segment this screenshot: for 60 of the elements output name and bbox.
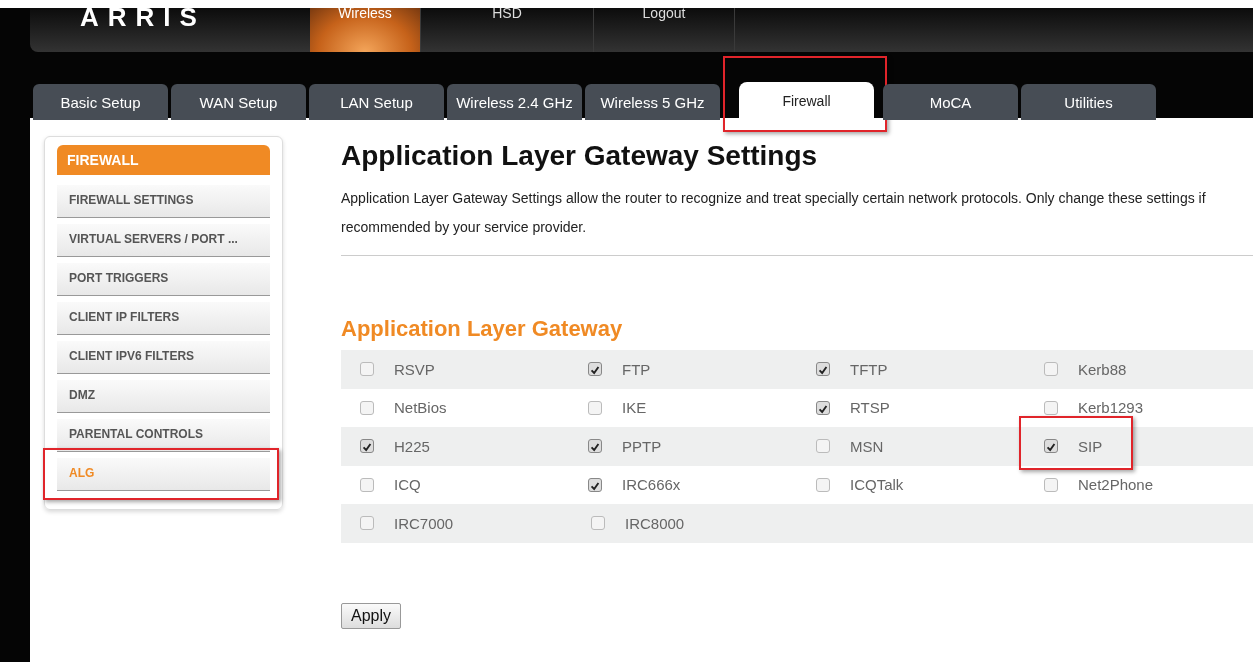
checkbox[interactable]	[1044, 439, 1058, 454]
tab[interactable]: Firewall	[739, 82, 874, 120]
nav-item[interactable]: Wireless	[310, 8, 421, 52]
checkbox-label: Kerb1293	[1078, 399, 1144, 417]
sidebar-item[interactable]: DMZ	[57, 380, 270, 413]
checkbox-label: H225	[394, 437, 430, 455]
page-title: Application Layer Gateway Settings	[341, 140, 819, 172]
checkbox-label: IRC666x	[622, 476, 681, 494]
checkbox[interactable]	[1044, 362, 1058, 377]
checkbox[interactable]	[591, 516, 605, 531]
checkbox-label: ICQ	[394, 476, 421, 494]
checkbox-label: IRC8000	[625, 514, 685, 532]
tab[interactable]: MoCA	[883, 84, 1018, 120]
checkbox[interactable]	[816, 400, 830, 415]
section-title: Application Layer Gateway	[341, 316, 624, 342]
tab[interactable]: Wireless 2.4 GHz	[447, 84, 582, 120]
tab[interactable]: Utilities	[1021, 84, 1156, 120]
checkbox[interactable]	[1044, 477, 1058, 492]
tab[interactable]: Wireless 5 GHz	[585, 84, 720, 120]
sidebar-item[interactable]: VIRTUAL SERVERS / PORT ...	[57, 224, 270, 257]
checkbox-label: RSVP	[394, 360, 435, 378]
checkbox-label: Kerb88	[1078, 360, 1127, 378]
checkbox-label: TFTP	[850, 360, 888, 378]
logo: ARRIS	[80, 4, 207, 30]
checkbox-label: PPTP	[622, 437, 662, 455]
nav-item[interactable]: HSD	[421, 8, 594, 52]
checkbox[interactable]	[816, 439, 830, 454]
checkbox[interactable]	[588, 439, 602, 454]
checkbox[interactable]	[588, 362, 602, 377]
checkbox[interactable]	[360, 439, 374, 454]
tab[interactable]: LAN Setup	[309, 84, 444, 120]
sidebar-item[interactable]: CLIENT IP FILTERS	[57, 302, 270, 335]
checkbox[interactable]	[360, 400, 374, 415]
checkbox[interactable]	[816, 362, 830, 377]
checkbox-label: IKE	[622, 399, 647, 417]
checkbox[interactable]	[360, 516, 374, 531]
checkbox[interactable]	[360, 477, 374, 492]
tab[interactable]: Basic Setup	[33, 84, 168, 120]
checkbox-label: ICQTalk	[850, 476, 904, 494]
checkbox-label: NetBios	[394, 399, 447, 417]
checkbox-label: Net2Phone	[1078, 476, 1154, 494]
sidebar-item[interactable]: PORT TRIGGERS	[57, 263, 270, 296]
nav-item[interactable]: Logout	[594, 8, 735, 52]
checkbox-label: IRC7000	[394, 514, 454, 532]
sidebar-item[interactable]: PARENTAL CONTROLS	[57, 419, 270, 452]
sidebar-item[interactable]: FIREWALL SETTINGS	[57, 185, 270, 218]
checkbox[interactable]	[360, 362, 374, 377]
apply-button[interactable]: Apply	[341, 602, 402, 629]
description: Application Layer Gateway Settings allow the router to recognize and treat specially certain network protocols. Only change these settings if recommended by your service provider.	[341, 189, 1207, 237]
checkbox-label: RTSP	[850, 399, 890, 417]
sidebar-item[interactable]: CLIENT IPV6 FILTERS	[57, 341, 270, 374]
checkbox[interactable]	[1044, 400, 1058, 415]
checkbox-label: FTP	[622, 360, 651, 378]
checkbox[interactable]	[816, 477, 830, 492]
checkbox-label: MSN	[850, 437, 884, 455]
sidebar-title: FIREWALL	[57, 145, 270, 175]
tab[interactable]: WAN Setup	[171, 84, 306, 120]
checkbox-label: SIP	[1078, 437, 1103, 455]
checkbox[interactable]	[588, 400, 602, 415]
checkbox[interactable]	[588, 477, 602, 492]
